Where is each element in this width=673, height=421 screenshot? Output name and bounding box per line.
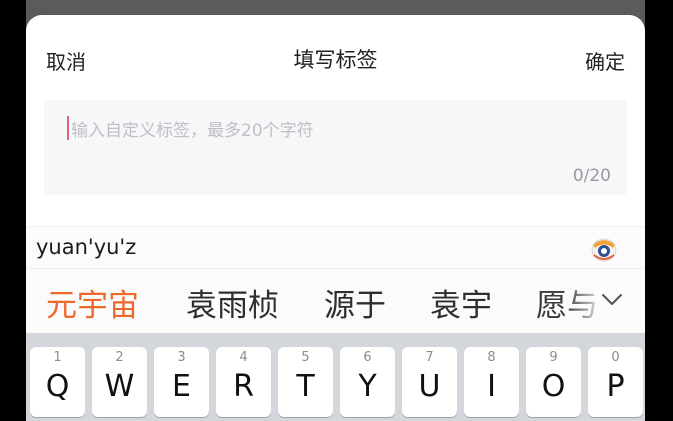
key-t[interactable]: 5 T	[278, 347, 333, 417]
chevron-down-icon[interactable]	[601, 288, 623, 310]
confirm-button[interactable]: 确定	[585, 46, 625, 75]
pinyin-composition: yuan'yu'z	[36, 235, 137, 259]
ime-candidate-bar: yuan'yu'z 元宇宙 袁雨桢 源于 袁宇 愿与	[26, 226, 645, 333]
key-letter: Y	[358, 369, 377, 404]
candidate-item[interactable]: 元宇宙	[46, 280, 139, 325]
key-number: 0	[611, 350, 620, 365]
sheet-header: 取消 填写标签 确定	[26, 15, 645, 100]
key-number: 3	[177, 350, 186, 365]
key-number: 9	[549, 350, 558, 365]
key-y[interactable]: 6 Y	[340, 347, 395, 417]
key-u[interactable]: 7 U	[402, 347, 457, 417]
candidate-item[interactable]: 袁宇	[430, 280, 492, 325]
tag-input[interactable]: 输入自定义标签，最多20个字符 0/20	[44, 100, 627, 195]
key-w[interactable]: 2 W	[92, 347, 147, 417]
key-letter: I	[487, 369, 496, 404]
candidate-item[interactable]: 源于	[324, 280, 386, 325]
key-p[interactable]: 0 P	[588, 347, 643, 417]
key-number: 2	[115, 350, 124, 365]
key-e[interactable]: 3 E	[154, 347, 209, 417]
key-o[interactable]: 9 O	[526, 347, 581, 417]
key-letter: Q	[45, 369, 70, 404]
key-letter: E	[172, 369, 191, 404]
key-number: 7	[425, 350, 434, 365]
page-title: 填写标签	[293, 48, 378, 72]
key-number: 4	[239, 350, 248, 365]
keyboard: 1 Q 2 W 3 E 4 R 5 T 6 Y 7 U 8 I 9 O 0 P	[26, 333, 645, 421]
key-number: 1	[53, 350, 62, 365]
key-letter: W	[104, 369, 135, 404]
key-letter: R	[233, 369, 254, 404]
key-letter: O	[541, 369, 566, 404]
key-r[interactable]: 4 R	[216, 347, 271, 417]
key-letter: U	[418, 369, 441, 404]
key-number: 8	[487, 350, 496, 365]
candidate-fade	[565, 269, 605, 333]
candidate-item[interactable]: 袁雨桢	[186, 280, 279, 325]
char-counter: 0/20	[572, 166, 611, 186]
key-q[interactable]: 1 Q	[30, 347, 85, 417]
key-i[interactable]: 8 I	[464, 347, 519, 417]
tag-input-placeholder: 输入自定义标签，最多20个字符	[71, 121, 314, 141]
key-letter: T	[296, 369, 315, 404]
key-number: 6	[363, 350, 372, 365]
key-number: 5	[301, 350, 310, 365]
ime-mascot-icon[interactable]	[588, 233, 620, 263]
text-caret	[67, 116, 69, 140]
candidate-list: 元宇宙 袁雨桢 源于 袁宇 愿与	[26, 268, 645, 334]
key-letter: P	[606, 369, 625, 404]
